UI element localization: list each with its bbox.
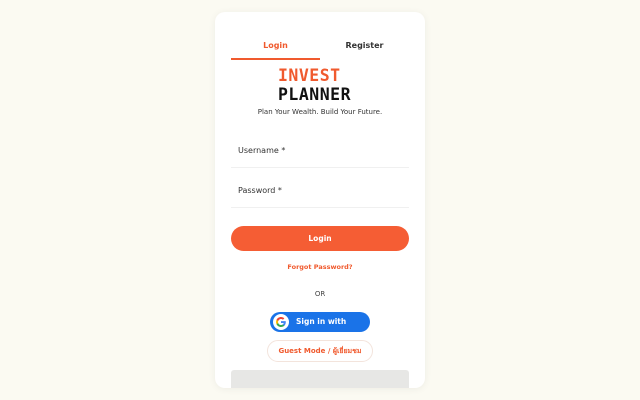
logo-line-1: INVEST <box>278 66 341 85</box>
or-divider: OR <box>314 290 326 298</box>
invest-planner-logo: INVEST PLANNER <box>278 65 362 103</box>
tab-register[interactable]: Register <box>320 34 409 58</box>
tab-login[interactable]: Login <box>231 34 320 60</box>
google-signin-button[interactable]: Sign in with Google <box>270 312 370 346</box>
logo-line-2: PLANNER <box>278 85 351 103</box>
forgot-password-link[interactable]: Forgot Password? <box>215 263 425 271</box>
login-button[interactable]: Login <box>231 226 409 251</box>
auth-tabs: Login Register <box>231 34 409 60</box>
password-field[interactable]: Password * <box>231 181 409 208</box>
username-field[interactable]: Username * <box>231 141 409 168</box>
username-input[interactable] <box>231 141 409 167</box>
login-card: Login Register INVEST PLANNER Plan Your … <box>215 12 425 388</box>
google-g-icon <box>273 314 289 330</box>
password-input[interactable] <box>231 181 409 207</box>
guest-mode-button[interactable]: Guest Mode / ผู้เยี่ยมชม <box>267 340 373 362</box>
tagline: Plan Your Wealth. Build Your Future. <box>257 108 383 116</box>
bottom-notice-strip <box>231 370 409 388</box>
